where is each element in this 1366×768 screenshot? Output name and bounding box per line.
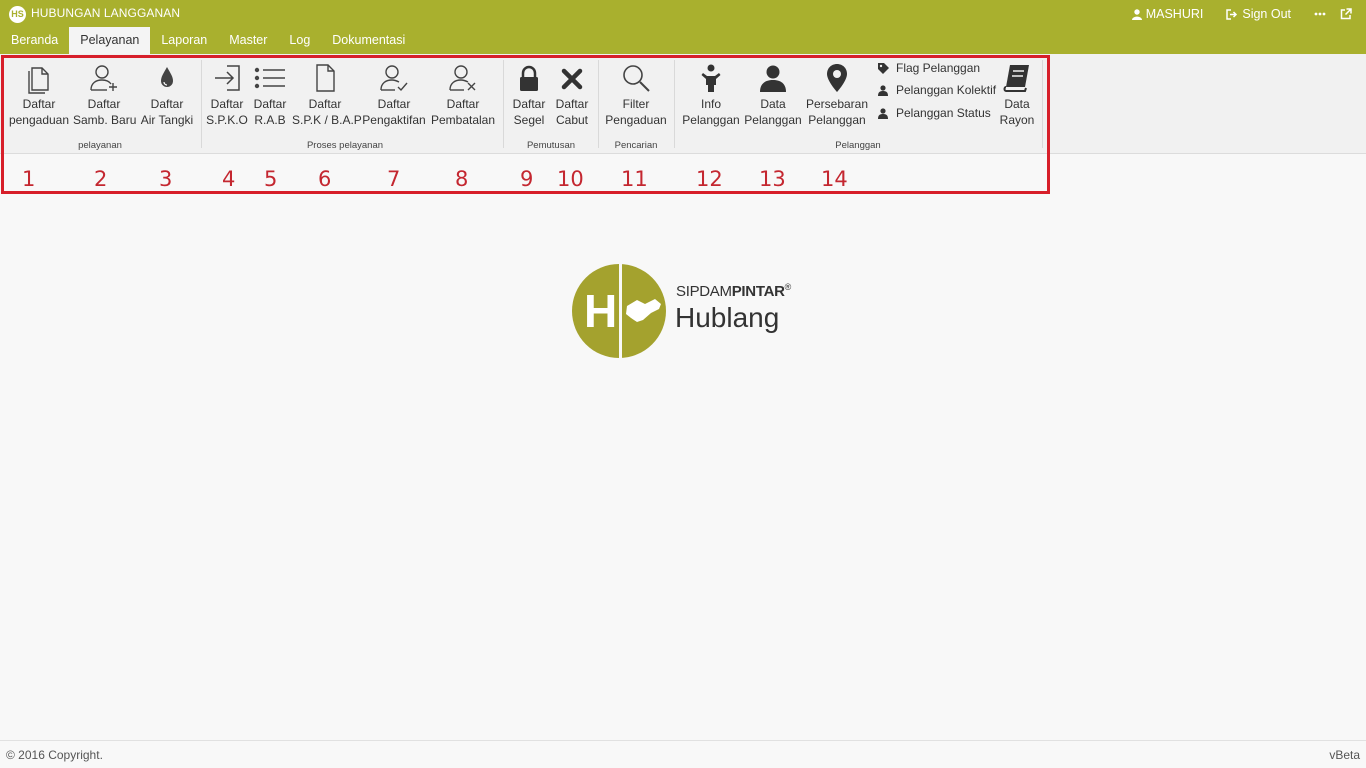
sign-out-icon — [1226, 8, 1238, 20]
annotation-number: 8 — [455, 167, 469, 191]
user-icon — [1131, 8, 1142, 20]
annotation-number: 11 — [621, 167, 648, 191]
external-link-icon[interactable] — [1340, 8, 1352, 20]
sign-out-button[interactable]: Sign Out — [1226, 7, 1291, 21]
brand-title: Hublang — [675, 302, 780, 333]
version-text: vBeta — [1329, 748, 1360, 762]
annotation-number: 13 — [759, 167, 786, 191]
annotation-number: 6 — [318, 167, 332, 191]
app-title: HUBUNGAN LANGGANAN — [31, 6, 181, 20]
top-bar: HS HUBUNGAN LANGGANAN MASHURI Sign Out B… — [0, 0, 1366, 54]
menu-tab-laporan[interactable]: Laporan — [150, 27, 218, 54]
menu-tab-pelayanan[interactable]: Pelayanan — [69, 27, 151, 54]
annotation-number: 9 — [520, 167, 534, 191]
more-icon[interactable] — [1314, 12, 1326, 16]
annotation-number: 3 — [159, 167, 173, 191]
annotation-number: 10 — [557, 167, 584, 191]
user-name: MASHURI — [1145, 7, 1204, 21]
menu-bar: Beranda Pelayanan Laporan Master Log Dok… — [0, 27, 1366, 54]
annotation-number: 2 — [94, 167, 108, 191]
brand-subtitle: SIPDAMPINTAR® — [676, 282, 791, 300]
annotation-number: 4 — [222, 167, 236, 191]
annotation-number: 12 — [696, 167, 723, 191]
brand-logo: H — [571, 262, 671, 363]
brand-letter: H — [584, 285, 617, 337]
footer: © 2016 Copyright. vBeta — [0, 740, 1366, 768]
user-menu[interactable]: MASHURI — [1131, 7, 1204, 21]
title-bar: HS HUBUNGAN LANGGANAN MASHURI Sign Out — [0, 0, 1366, 27]
annotation-number: 14 — [821, 167, 848, 191]
annotation-number: 1 — [22, 167, 36, 191]
user-area: MASHURI Sign Out — [1131, 5, 1366, 23]
menu-tab-log[interactable]: Log — [278, 27, 321, 54]
app-logo: HS — [9, 6, 26, 23]
annotation-number: 7 — [387, 167, 401, 191]
copyright-text: © 2016 Copyright. — [6, 748, 103, 762]
sign-out-label: Sign Out — [1242, 7, 1291, 21]
annotation-number: 5 — [264, 167, 278, 191]
menu-tab-master[interactable]: Master — [218, 27, 278, 54]
menu-tab-beranda[interactable]: Beranda — [0, 27, 69, 54]
menu-tab-dokumentasi[interactable]: Dokumentasi — [321, 27, 416, 54]
